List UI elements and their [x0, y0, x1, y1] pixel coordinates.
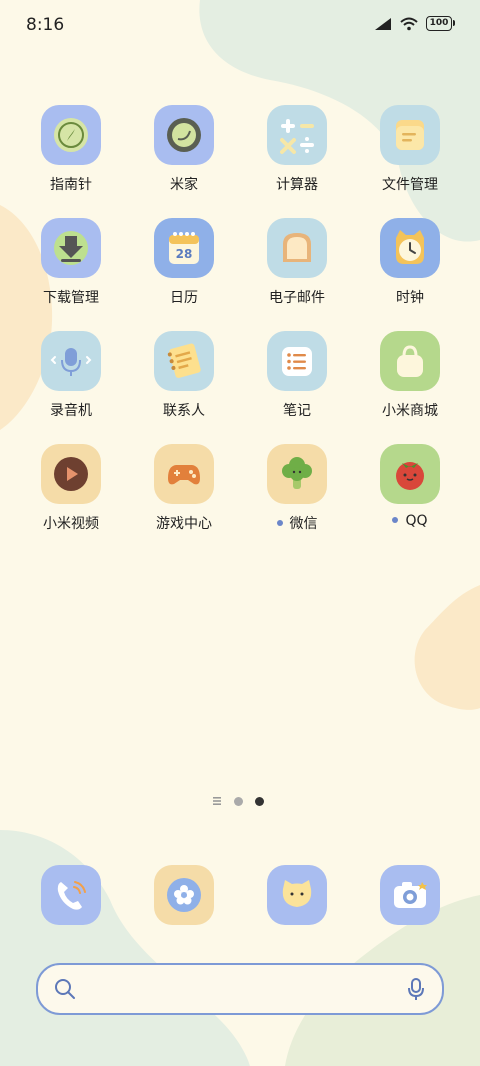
status-time: 8:16	[26, 15, 65, 35]
app-game-center[interactable]: 游戏中心	[128, 444, 240, 533]
app-contacts[interactable]: 联系人	[128, 331, 240, 420]
battery-icon: 100	[426, 16, 455, 31]
clock-icon	[380, 218, 440, 278]
app-mijia[interactable]: 米家	[128, 105, 240, 194]
qq-tomato-icon	[380, 444, 440, 504]
microphone-icon[interactable]	[406, 977, 426, 1001]
app-label: 电子邮件	[269, 290, 325, 306]
app-clock[interactable]: 时钟	[354, 218, 466, 307]
new-install-dot	[276, 520, 283, 526]
app-voice-recorder[interactable]: 录音机	[15, 331, 127, 420]
app-label: 小米视频	[43, 516, 99, 532]
mijia-icon	[154, 105, 214, 165]
app-file-manager[interactable]: 文件管理	[354, 105, 466, 194]
new-install-dot	[392, 517, 399, 523]
app-qq[interactable]: QQ	[354, 444, 466, 529]
search-input[interactable]	[86, 973, 390, 1005]
app-label: 联系人	[163, 403, 205, 419]
flower-icon	[154, 865, 214, 925]
dock-browser[interactable]	[128, 865, 240, 925]
search-icon[interactable]	[54, 978, 76, 1000]
contacts-icon	[154, 331, 214, 391]
app-label: 日历	[170, 290, 198, 306]
app-calendar[interactable]: 28 日历	[128, 218, 240, 307]
app-label: 笔记	[283, 403, 311, 419]
calendar-icon: 28	[154, 218, 214, 278]
status-bar: 8:16 100	[0, 0, 480, 50]
app-label: QQ	[405, 513, 428, 529]
search-bar[interactable]	[36, 963, 444, 1015]
app-email[interactable]: 电子邮件	[241, 218, 353, 307]
app-label: 微信	[289, 516, 318, 532]
notes-icon	[267, 331, 327, 391]
app-calculator[interactable]: 计算器	[241, 105, 353, 194]
app-label: 文件管理	[382, 177, 438, 193]
cellular-signal-icon	[375, 17, 391, 30]
app-mi-video[interactable]: 小米视频	[15, 444, 127, 533]
dock-phone[interactable]	[15, 865, 127, 925]
camera-icon	[380, 865, 440, 925]
cat-face-icon	[267, 865, 327, 925]
app-mi-store[interactable]: 小米商城	[354, 331, 466, 420]
dock-messages[interactable]	[241, 865, 353, 925]
wechat-broccoli-icon	[267, 444, 327, 504]
gamepad-icon	[154, 444, 214, 504]
email-icon	[267, 218, 327, 278]
app-label: 计算器	[276, 177, 318, 193]
app-label: 指南针	[50, 177, 92, 193]
app-notes[interactable]: 笔记	[241, 331, 353, 420]
app-download-manager[interactable]: 下载管理	[15, 218, 127, 307]
app-label: 米家	[170, 177, 198, 193]
app-label: 录音机	[50, 403, 92, 419]
calendar-day: 28	[175, 247, 193, 261]
calculator-icon	[267, 105, 327, 165]
page-dot-active[interactable]	[255, 796, 264, 806]
app-label: 游戏中心	[156, 516, 212, 532]
shopping-bag-icon	[380, 331, 440, 391]
app-label: 时钟	[396, 290, 424, 306]
compass-icon	[41, 105, 101, 165]
folder-icon	[380, 105, 440, 165]
download-icon	[41, 218, 101, 278]
page-indicator[interactable]	[212, 796, 264, 806]
app-label: 下载管理	[43, 290, 99, 306]
menu-lines-icon[interactable]	[212, 796, 222, 806]
app-wechat[interactable]: 微信	[241, 444, 353, 533]
wifi-icon	[400, 17, 418, 30]
app-label: 小米商城	[382, 403, 438, 419]
app-compass[interactable]: 指南针	[15, 105, 127, 194]
video-play-icon	[41, 444, 101, 504]
page-dot-inactive[interactable]	[234, 796, 243, 806]
dock-camera[interactable]	[354, 865, 466, 925]
phone-icon	[41, 865, 101, 925]
microphone-icon	[41, 331, 101, 391]
